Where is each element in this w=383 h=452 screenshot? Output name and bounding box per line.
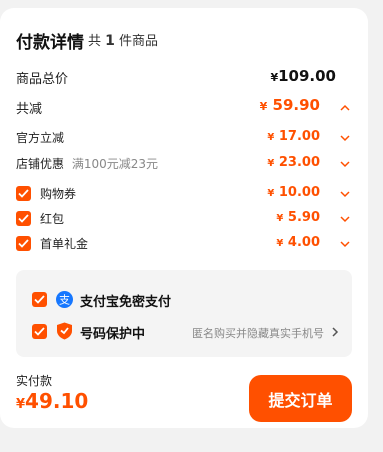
alipay-checkbox[interactable] <box>32 292 47 307</box>
total-label: 商品总价 <box>16 72 69 87</box>
coupon-checkbox[interactable] <box>16 186 31 201</box>
first-order-label: 首单礼金 <box>40 237 89 251</box>
chevron-down-icon[interactable] <box>338 237 352 251</box>
privacy-checkbox[interactable] <box>32 324 47 339</box>
chevron-down-icon[interactable] <box>338 212 352 226</box>
privacy-label: 号码保护中 <box>80 327 146 342</box>
shop-discount-value[interactable]: ¥ 23.00 <box>267 155 320 170</box>
alipay-label: 支付宝免密支付 <box>80 295 172 310</box>
total-price: ¥109.00 <box>270 67 336 85</box>
submit-order-button[interactable]: 提交订单 <box>249 375 352 422</box>
redpacket-value[interactable]: ¥ 5.90 <box>276 210 320 225</box>
chevron-right-icon[interactable] <box>330 326 340 338</box>
svg-text:支: 支 <box>59 294 70 307</box>
official-discount-value[interactable]: ¥ 17.00 <box>267 129 320 144</box>
page-title: 付款详情 <box>16 33 84 53</box>
item-count: 共 1 件商品 <box>88 33 159 49</box>
paid-label: 实付款 <box>16 374 53 388</box>
shield-icon <box>57 322 72 340</box>
chevron-down-icon[interactable] <box>338 157 352 171</box>
official-discount-label: 官方立减 <box>16 131 65 145</box>
redpacket-label: 红包 <box>40 212 65 226</box>
chevron-down-icon[interactable] <box>338 131 352 145</box>
total-discount-label: 共减 <box>16 102 43 117</box>
first-order-value[interactable]: ¥ 4.00 <box>276 235 320 250</box>
privacy-note[interactable]: 匿名购买并隐藏真实手机号 <box>192 325 324 341</box>
paid-amount: ¥49.10 <box>16 389 89 413</box>
shop-discount-label: 店铺优惠 满100元减23元 <box>16 157 159 171</box>
shop-discount-note: 满100元减23元 <box>71 157 159 171</box>
chevron-up-icon[interactable] <box>338 101 352 115</box>
chevron-down-icon[interactable] <box>338 187 352 201</box>
total-discount-value[interactable]: ¥ 59.90 <box>260 96 320 114</box>
first-order-checkbox[interactable] <box>16 236 31 251</box>
alipay-icon: 支 <box>56 291 73 308</box>
payment-details-card: 付款详情 共 1 件商品 商品总价 ¥109.00 共减 ¥ 59.90 官方立… <box>0 8 368 428</box>
coupon-value[interactable]: ¥ 10.00 <box>267 185 320 200</box>
coupon-label: 购物券 <box>40 187 77 201</box>
payment-options-box: 支 支付宝免密支付 号码保护中 匿名购买并隐藏真实手机号 <box>16 270 352 357</box>
redpacket-checkbox[interactable] <box>16 211 31 226</box>
